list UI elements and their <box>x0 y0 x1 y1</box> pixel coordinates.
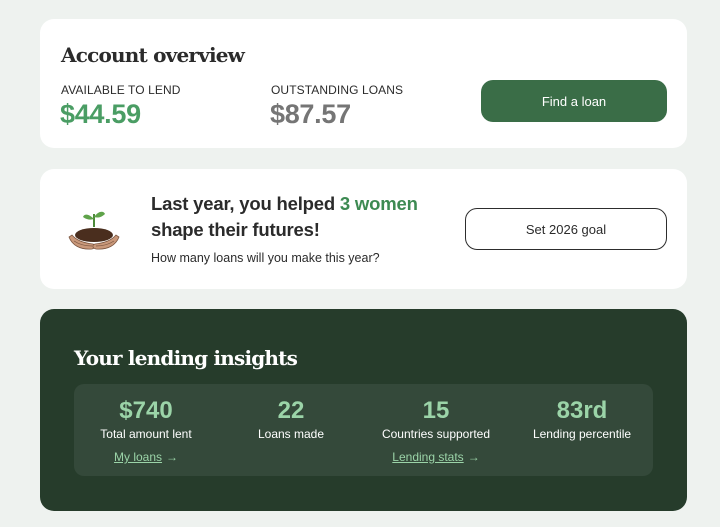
outstanding-loans-label: OUTSTANDING LOANS <box>271 83 404 97</box>
impact-headline: Last year, you helped 3 women shape thei… <box>151 191 451 243</box>
impact-headline-prefix: Last year, you helped <box>151 193 340 214</box>
arrow-right-icon: → <box>166 450 179 464</box>
metric-label: Total amount lent <box>100 427 192 441</box>
insights-metrics-panel: $740 Total amount lent My loans → 22 Loan… <box>74 384 653 476</box>
impact-headline-highlight: 3 women <box>339 193 418 214</box>
metric-label: Loans made <box>257 427 325 441</box>
metric-loans-made: 22 Loans made <box>211 396 371 441</box>
metric-label: Lending percentile <box>532 427 632 441</box>
account-overview-card: Account overview AVAILABLE TO LEND $44.5… <box>40 19 687 148</box>
set-goal-button[interactable]: Set 2026 goal <box>465 208 667 250</box>
lending-stats-link[interactable]: Lending stats → <box>392 450 479 464</box>
account-overview-title: Account overview <box>61 43 245 67</box>
arrow-right-icon: → <box>467 450 480 464</box>
metric-value: $740 <box>119 397 173 424</box>
my-loans-link[interactable]: My loans → <box>114 450 178 464</box>
impact-subtext: How many loans will you make this year? <box>151 251 380 265</box>
plant-in-hands-icon <box>68 211 120 250</box>
available-to-lend-label: AVAILABLE TO LEND <box>61 83 181 97</box>
metric-value: 22 <box>277 397 305 424</box>
lending-insights-title: Your lending insights <box>74 346 298 370</box>
find-a-loan-button[interactable]: Find a loan <box>481 80 667 122</box>
impact-headline-suffix: shape their futures! <box>151 219 320 240</box>
available-to-lend-value: $44.59 <box>60 99 141 129</box>
metric-value: 15 <box>422 397 450 424</box>
lending-insights-card: Your lending insights $740 Total amount … <box>40 309 687 511</box>
impact-card: Last year, you helped 3 women shape thei… <box>40 169 687 289</box>
metric-value: 83rd <box>556 397 608 424</box>
metric-lending-percentile: 83rd Lending percentile <box>502 396 662 441</box>
metric-label: Countries supported <box>381 427 491 441</box>
metric-countries-supported: 15 Countries supported Lending stats → <box>356 396 516 466</box>
outstanding-loans-value: $87.57 <box>270 99 351 129</box>
metric-total-amount-lent: $740 Total amount lent My loans → <box>66 396 226 466</box>
